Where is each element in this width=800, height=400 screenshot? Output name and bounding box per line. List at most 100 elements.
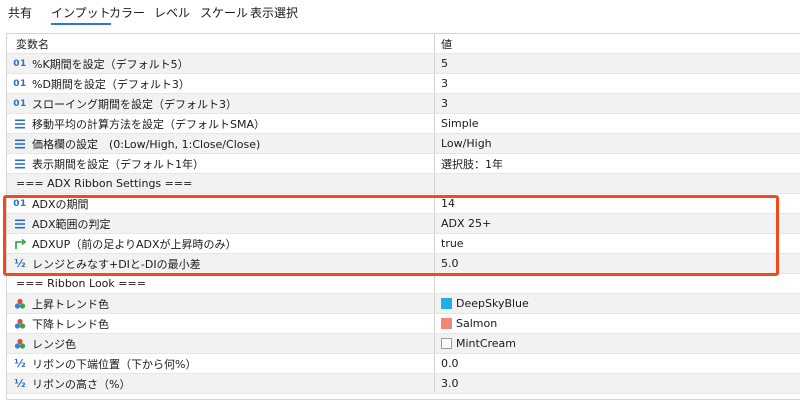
fraction-icon: ½ — [14, 377, 26, 390]
tab-share[interactable]: 共有 — [8, 4, 32, 21]
variable-value[interactable]: 5.0 — [441, 257, 459, 270]
table-row[interactable]: 01 スローイング期間を設定（デフォルト3） 3 — [7, 94, 800, 114]
variable-value[interactable]: Simple — [441, 117, 479, 130]
table-row[interactable]: 表示期間を設定（デフォルト1年） 選択肢：1年 — [7, 154, 800, 174]
variable-name-cell: 01 スローイング期間を設定（デフォルト3） — [7, 94, 435, 113]
tab-scale[interactable]: スケール — [200, 4, 248, 21]
table-row[interactable]: 下降トレンド色 Salmon — [7, 314, 800, 334]
value-cell[interactable]: MintCream — [435, 334, 800, 353]
variable-name: スローイング期間を設定（デフォルト3） — [32, 97, 237, 111]
table-row[interactable]: === ADX Ribbon Settings === — [7, 174, 800, 194]
color-swatch[interactable] — [441, 298, 452, 309]
variable-name: === Ribbon Look === — [16, 277, 146, 290]
value-cell[interactable]: Low/High — [435, 134, 800, 153]
variable-value[interactable]: 3 — [441, 97, 448, 110]
value-cell[interactable]: Simple — [435, 114, 800, 133]
tab-visibility[interactable]: 表示選択 — [250, 4, 298, 21]
variable-name: リボンの下端位置（下から何%） — [32, 357, 197, 371]
boolean-icon — [11, 238, 29, 250]
variable-name-cell: 価格欄の設定 (0:Low/High, 1:Close/Close) — [7, 134, 435, 153]
value-cell[interactable]: DeepSkyBlue — [435, 294, 800, 313]
variable-name-cell: === ADX Ribbon Settings === — [7, 174, 435, 193]
color-swatch[interactable] — [441, 338, 452, 349]
fraction-icon: ½ — [14, 257, 26, 270]
variable-name-cell: ADX範囲の判定 — [7, 214, 435, 233]
value-cell[interactable]: true — [435, 234, 800, 253]
variable-name: 価格欄の設定 (0:Low/High, 1:Close/Close) — [32, 137, 261, 151]
variable-name-cell: ½ リボンの下端位置（下から何%） — [7, 354, 435, 373]
fraction-icon: ½ — [14, 357, 26, 370]
value-cell[interactable]: 5.0 — [435, 254, 800, 273]
variable-value[interactable]: 14 — [441, 197, 455, 210]
value-cell[interactable]: 3 — [435, 94, 800, 113]
tab-inputs[interactable]: インプット — [51, 4, 111, 25]
list-icon — [11, 138, 29, 150]
value-cell[interactable]: 0.0 — [435, 354, 800, 373]
table-row[interactable]: 移動平均の計算方法を設定（デフォルトSMA） Simple — [7, 114, 800, 134]
value-cell[interactable]: 5 — [435, 54, 800, 73]
value-cell[interactable]: 選択肢：1年 — [435, 154, 800, 173]
variable-name: 下降トレンド色 — [32, 317, 109, 331]
value-cell[interactable]: 14 — [435, 194, 800, 213]
variable-value[interactable]: 3.0 — [441, 377, 459, 390]
color-swatch[interactable] — [441, 318, 452, 329]
variable-name-cell: レンジ色 — [7, 334, 435, 353]
variable-value[interactable]: 3 — [441, 77, 448, 90]
table-row[interactable]: 01 %K期間を設定（デフォルト5） 5 — [7, 54, 800, 74]
variable-name: レンジ色 — [32, 337, 76, 351]
variable-value[interactable]: DeepSkyBlue — [456, 297, 529, 310]
variable-name-cell: ADXUP（前の足よりADXが上昇時のみ） — [7, 234, 435, 253]
color-icon — [11, 338, 29, 350]
list-icon — [11, 218, 29, 230]
variable-name: レンジとみなす+DIと-DIの最小差 — [32, 257, 201, 271]
integer-icon: 01 — [13, 78, 27, 89]
table-row[interactable]: 01 ADXの期間 14 — [7, 194, 800, 214]
variable-name: ADXUP（前の足よりADXが上昇時のみ） — [32, 237, 237, 251]
variable-value[interactable]: 5 — [441, 57, 448, 70]
variable-name: 上昇トレンド色 — [32, 297, 109, 311]
variable-name-cell: 表示期間を設定（デフォルト1年） — [7, 154, 435, 173]
list-icon — [11, 158, 29, 170]
table-row[interactable]: ½ リボンの下端位置（下から何%） 0.0 — [7, 354, 800, 374]
variable-name: ADXの期間 — [32, 197, 89, 211]
variable-name-cell: 01 %K期間を設定（デフォルト5） — [7, 54, 435, 73]
tab-levels[interactable]: レベル — [154, 4, 190, 21]
variable-name-cell: 下降トレンド色 — [7, 314, 435, 333]
integer-icon: 01 — [13, 198, 27, 209]
table-row[interactable]: 上昇トレンド色 DeepSkyBlue — [7, 294, 800, 314]
variable-name: === ADX Ribbon Settings === — [16, 177, 193, 190]
integer-icon: 01 — [13, 98, 27, 109]
value-cell[interactable]: 3.0 — [435, 374, 800, 393]
variable-value[interactable]: ADX 25+ — [441, 217, 491, 230]
table-header: 変数名 値 — [7, 34, 800, 54]
table-row[interactable]: ½ リボンの高さ（%） 3.0 — [7, 374, 800, 394]
table-row[interactable]: ADX範囲の判定 ADX 25+ — [7, 214, 800, 234]
table-row[interactable]: ADXUP（前の足よりADXが上昇時のみ） true — [7, 234, 800, 254]
value-cell[interactable]: 3 — [435, 74, 800, 93]
variable-name-cell: ½ リボンの高さ（%） — [7, 374, 435, 393]
table-row[interactable]: === Ribbon Look === — [7, 274, 800, 294]
variable-value[interactable]: true — [441, 237, 464, 250]
value-cell[interactable] — [435, 274, 800, 293]
table-row[interactable]: 01 %D期間を設定（デフォルト3） 3 — [7, 74, 800, 94]
variable-name-cell: 移動平均の計算方法を設定（デフォルトSMA） — [7, 114, 435, 133]
variable-value[interactable]: MintCream — [456, 337, 516, 350]
variable-name: %D期間を設定（デフォルト3） — [32, 77, 190, 91]
variable-name-cell: 01 ADXの期間 — [7, 194, 435, 213]
list-icon — [11, 118, 29, 130]
value-cell[interactable] — [435, 174, 800, 193]
tab-colors[interactable]: カラー — [109, 4, 145, 21]
variable-name: ADX範囲の判定 — [32, 217, 111, 231]
value-cell[interactable]: Salmon — [435, 314, 800, 333]
table-row[interactable]: ½ レンジとみなす+DIと-DIの最小差 5.0 — [7, 254, 800, 274]
table-row[interactable]: 価格欄の設定 (0:Low/High, 1:Close/Close) Low/Hi… — [7, 134, 800, 154]
variable-name-cell: ½ レンジとみなす+DIと-DIの最小差 — [7, 254, 435, 273]
integer-icon: 01 — [13, 58, 27, 69]
value-cell[interactable]: ADX 25+ — [435, 214, 800, 233]
variable-value[interactable]: 選択肢：1年 — [441, 156, 503, 172]
variable-name: %K期間を設定（デフォルト5） — [32, 57, 189, 71]
variable-value[interactable]: Low/High — [441, 137, 492, 150]
variable-value[interactable]: 0.0 — [441, 357, 459, 370]
variable-value[interactable]: Salmon — [456, 317, 497, 330]
table-row[interactable]: レンジ色 MintCream — [7, 334, 800, 354]
